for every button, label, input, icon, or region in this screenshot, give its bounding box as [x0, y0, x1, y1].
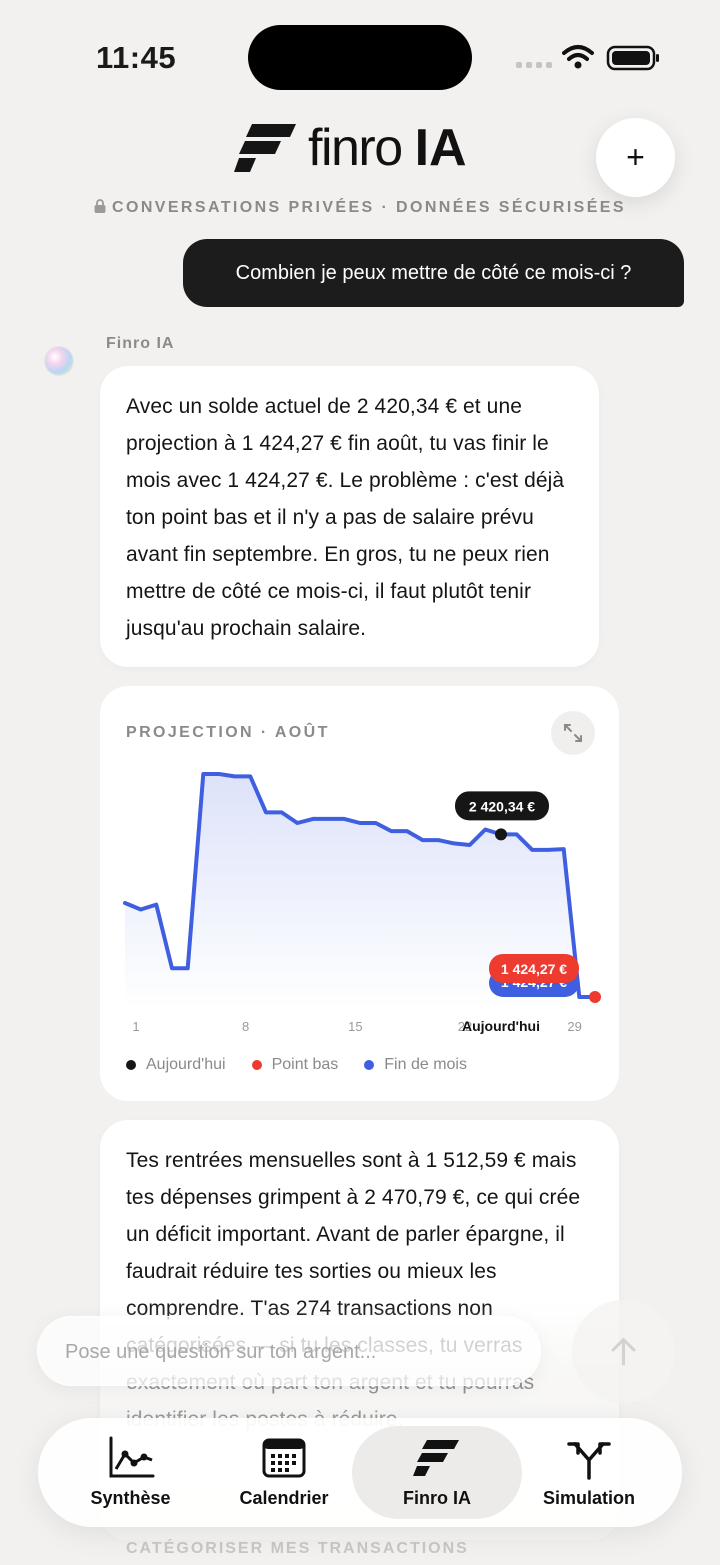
status-time: 11:45	[96, 40, 177, 75]
privacy-notice: CONVERSATIONS PRIVÉES · DONNÉES SÉCURISÉ…	[0, 199, 720, 217]
brand-name: finro	[308, 119, 403, 177]
x-tick-label: 29	[567, 1019, 581, 1034]
finro-logo-icon	[234, 124, 296, 172]
low-tooltip: 1 424,27 €	[489, 953, 579, 983]
low-point	[589, 990, 601, 1003]
user-message: Combien je peux mettre de côté ce mois-c…	[183, 239, 684, 307]
today-badge-text: 2 420,34 €	[469, 798, 535, 814]
chart-line-icon	[109, 1436, 154, 1478]
calendar-icon	[262, 1438, 306, 1478]
status-icons	[516, 45, 659, 71]
bot-message-text: Avec un solde actuel de 2 420,34 € et un…	[126, 395, 565, 640]
brand-suffix: IA	[414, 119, 467, 177]
today-tooltip: 2 420,34 €	[455, 791, 549, 821]
legend-item-low: Point bas	[251, 1056, 339, 1074]
lock-icon	[94, 199, 106, 213]
dynamic-island	[248, 25, 472, 90]
tab-finro-ia[interactable]: Finro IA	[352, 1426, 522, 1519]
today-axis-label: Aujourd'hui	[462, 1018, 540, 1034]
send-button[interactable]	[572, 1300, 675, 1403]
legend-label: Aujourd'hui	[146, 1056, 226, 1073]
finro-logo: finro IA	[234, 118, 467, 178]
tab-calendrier[interactable]: Calendrier	[228, 1418, 340, 1527]
tab-label: Simulation	[542, 1488, 635, 1508]
tab-synthese[interactable]: Synthèse	[73, 1418, 188, 1527]
bot-message-card: Avec un solde actuel de 2 420,34 € et un…	[100, 366, 599, 667]
bot-avatar	[45, 347, 73, 375]
projection-chart-card: PROJECTION · AOÛT 1 8 15 22 29 2 420,34 € 1 …	[100, 686, 619, 1101]
new-chat-button[interactable]: +	[596, 118, 675, 197]
legend-item-today: Aujourd'hui	[126, 1056, 226, 1074]
tab-label: Calendrier	[239, 1488, 329, 1508]
question-input[interactable]: Pose une question sur ton argent...	[37, 1316, 541, 1386]
signal-icon	[516, 62, 552, 68]
tab-bar: Synthèse Calendrier Finro IA Simulation	[38, 1418, 682, 1527]
low-badge-text: 1 424,27 €	[501, 961, 567, 977]
x-tick-label: 8	[242, 1019, 249, 1034]
arrow-up-icon	[611, 1338, 636, 1366]
legend-dot-low	[251, 1060, 262, 1070]
chart-legend: Aujourd'hui Point bas Fin de mois	[126, 1056, 467, 1074]
bot-message-text-2: Tes rentrées mensuelles sont à 1 512,59 …	[126, 1149, 581, 1431]
plus-icon: +	[626, 139, 645, 175]
x-tick-label: 1	[132, 1019, 139, 1034]
legend-item-end: Fin de mois	[364, 1056, 467, 1074]
bot-name: Finro IA	[106, 335, 175, 352]
input-placeholder: Pose une question sur ton argent...	[65, 1341, 377, 1363]
today-point	[495, 828, 507, 841]
legend-dot-end	[364, 1060, 375, 1070]
categorize-transactions-action[interactable]: CATÉGORISER MES TRANSACTIONS	[126, 1540, 469, 1558]
x-tick-label: 15	[348, 1019, 362, 1034]
tab-label: Finro IA	[403, 1488, 471, 1508]
tab-simulation[interactable]: Simulation	[534, 1418, 644, 1527]
projection-chart: 18152229 2 420,34 € 1 424,27 € 1 424,27 …	[123, 772, 601, 1034]
legend-label: Fin de mois	[384, 1056, 467, 1073]
battery-icon	[606, 45, 659, 71]
finro-logo-icon	[413, 1440, 459, 1476]
split-arrows-icon	[567, 1442, 611, 1480]
tab-label: Synthèse	[90, 1488, 171, 1508]
wifi-icon	[562, 45, 594, 61]
privacy-text: CONVERSATIONS PRIVÉES · DONNÉES SÉCURISÉ…	[112, 199, 626, 216]
legend-dot-today	[126, 1060, 136, 1070]
legend-label: Point bas	[271, 1056, 339, 1073]
